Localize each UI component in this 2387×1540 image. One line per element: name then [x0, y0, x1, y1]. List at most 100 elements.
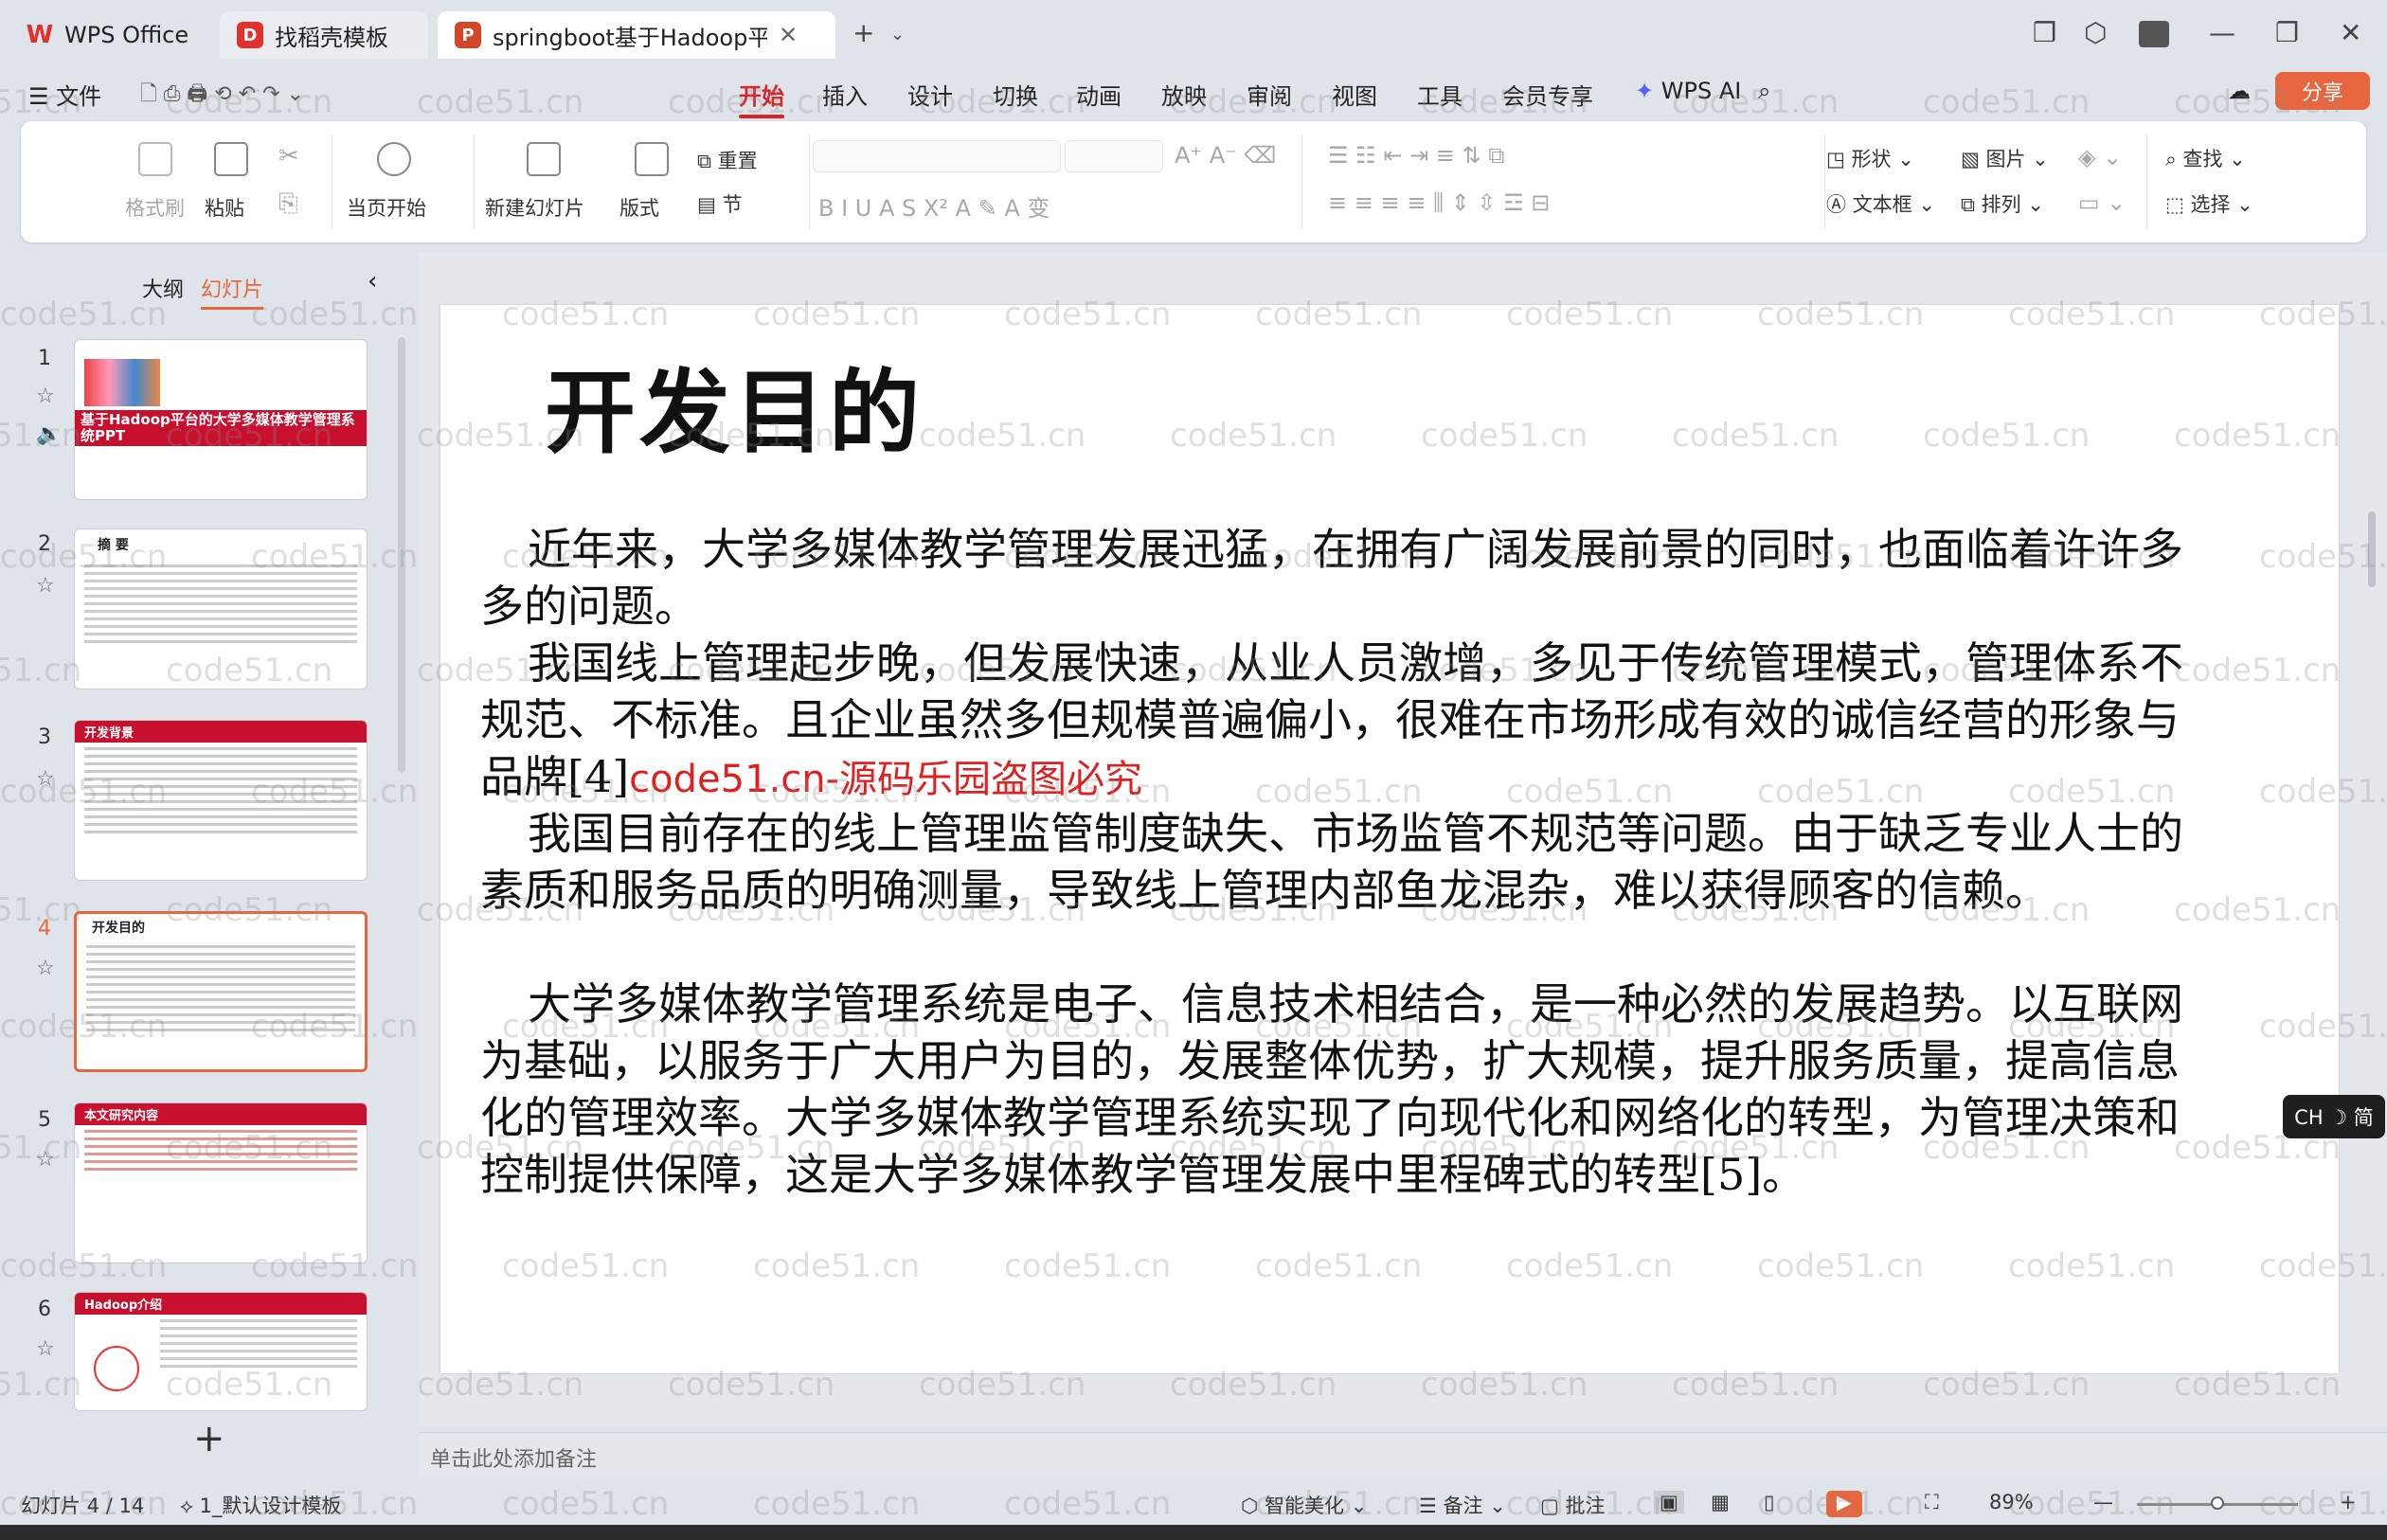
paste-icon [214, 142, 248, 176]
normal-view-icon[interactable]: ▣ [1654, 1491, 1684, 1513]
tab-presentation[interactable]: P springboot基于Hadoop平台的 ✕ [438, 11, 835, 59]
chat-icon[interactable]: ☁ [2228, 78, 2251, 104]
panel-scrollbar[interactable] [398, 337, 405, 773]
text-format-icons[interactable]: B I U A S X² A ✎ A 变 [818, 189, 1050, 223]
separator [809, 134, 810, 229]
menu-item-design[interactable]: 设计 [907, 78, 953, 111]
current-slide[interactable]: 开发目的 近年来，大学多媒体教学管理发展迅猛，在拥有广阔发展前景的同时，也面临着… [440, 305, 2339, 1373]
avatar[interactable] [2139, 21, 2169, 47]
file-menu[interactable]: ☰ 文件 [28, 78, 101, 111]
section-label: 节 [722, 193, 743, 216]
paragraph-icons[interactable]: ☰ ☷ ⇤ ⇥ ≡ ⇅ ⧉ [1328, 142, 1504, 169]
zoom-slider-handle[interactable] [2211, 1496, 2224, 1510]
star-icon[interactable]: ☆ [36, 767, 55, 791]
slide-thumbnail-4[interactable]: 开发目的 [74, 911, 368, 1072]
picture-button[interactable]: ▧ 图片 ⌄ [1961, 144, 2049, 172]
grid-view-icon[interactable]: ▦ [1711, 1491, 1730, 1513]
textbox-button[interactable]: Ⓐ 文本框 ⌄ [1826, 189, 1935, 218]
source-watermark-text: code51.cn-源码乐园盗图必究 [629, 758, 1143, 801]
wps-ai-button[interactable]: ✦ WPS AI [1635, 78, 1741, 104]
slide-number: 1 [38, 347, 51, 370]
font-size-icons[interactable]: A⁺ A⁻ ⌫ [1175, 142, 1276, 169]
canvas-scrollbar[interactable] [2368, 511, 2376, 587]
reading-view-icon[interactable]: ▯ [1764, 1491, 1775, 1513]
menu-item-slideshow[interactable]: 放映 [1161, 78, 1207, 111]
share-button[interactable]: 分享 [2275, 72, 2370, 110]
slide-thumbnail-2[interactable]: 摘 要 [74, 528, 368, 689]
from-current-button[interactable]: 当页开始 [347, 193, 426, 222]
theme-name[interactable]: ⟡ 1_默认设计模板 [180, 1491, 341, 1519]
slide-thumbnail-5[interactable]: 本文研究内容 [74, 1102, 368, 1263]
slide-thumbnail-6[interactable]: Hadoop介绍 [74, 1292, 368, 1411]
menu-item-review[interactable]: 审阅 [1247, 78, 1292, 111]
menu-item-vip[interactable]: 会员专享 [1502, 78, 1593, 111]
paragraph-1[interactable]: 近年来，大学多媒体教学管理发展迅猛，在拥有广阔发展前景的同时，也面临着许许多多的… [480, 521, 2185, 635]
zoom-out-icon[interactable]: — [2093, 1491, 2113, 1513]
font-family-select[interactable] [813, 140, 1061, 172]
cut-icon[interactable]: ✂ [278, 142, 299, 170]
star-icon[interactable]: ☆ [36, 385, 55, 408]
ime-indicator[interactable]: CH ☽ 简 [2283, 1095, 2385, 1138]
section-button[interactable]: ▤ 节 [697, 189, 743, 218]
menu-item-tools[interactable]: 工具 [1417, 78, 1463, 111]
paragraph-3[interactable]: 我国目前存在的线上管理监管制度缺失、市场监管不规范等问题。由于缺乏专业人士的素质… [480, 805, 2185, 919]
layout-button[interactable]: 版式 [619, 193, 659, 222]
star-icon[interactable]: ☆ [36, 574, 55, 598]
menu-item-view[interactable]: 视图 [1332, 78, 1377, 111]
star-icon[interactable]: ☆ [36, 957, 55, 980]
new-slide-button[interactable]: 新建幻灯片 [485, 193, 584, 222]
alignment-icons[interactable]: ≡ ≡ ≡ ≡ ⫼ ⇕ ⇳ ☲ ⊟ [1328, 189, 1550, 216]
tab-wps-office[interactable]: W WPS Office [9, 11, 218, 59]
close-icon[interactable]: ✕ [779, 22, 798, 48]
status-bar: 幻灯片 4 / 14 ⟡ 1_默认设计模板 ⬡ 智能美化 ⌄ ☰ 备注 ⌄ ▢ … [0, 1483, 2387, 1525]
menu-item-home[interactable]: 开始 [739, 78, 784, 118]
chevron-down-icon[interactable]: ⌄ [890, 25, 905, 45]
select-label: 选择 [2190, 193, 2231, 216]
tab-docer[interactable]: D 找稻壳模板 [220, 11, 428, 59]
menu-item-transition[interactable]: 切换 [993, 78, 1038, 111]
slide-thumbnail-3[interactable]: 开发背景 [74, 720, 368, 881]
format-painter-button[interactable]: 格式刷 [125, 193, 185, 222]
notes-pane[interactable]: 单击此处添加备注 [419, 1432, 2387, 1477]
tab-outline[interactable]: 大纲 [142, 273, 184, 303]
star-icon[interactable]: ☆ [36, 1337, 55, 1361]
find-button[interactable]: ⌕ 查找 ⌄ [2165, 144, 2246, 172]
reset-button[interactable]: ⧉ 重置 [697, 146, 758, 174]
fit-window-icon[interactable]: ⛶ [1925, 1491, 1939, 1514]
font-size-select[interactable] [1065, 140, 1163, 172]
paragraph-4[interactable]: 大学多媒体教学管理系统是电子、信息技术相结合，是一种必然的发展趋势。以互联网为基… [480, 976, 2185, 1203]
new-tab-icon[interactable]: + [852, 17, 874, 48]
play-slideshow-icon[interactable]: ▶ [1826, 1491, 1862, 1517]
zoom-in-icon[interactable]: + [2340, 1491, 2357, 1513]
search-icon[interactable]: ⌕ [1758, 78, 1770, 104]
select-button[interactable]: ⬚ 选择 ⌄ [2165, 189, 2253, 218]
minimize-icon[interactable]: — [2209, 17, 2235, 48]
zoom-level[interactable]: 89% [1989, 1491, 2034, 1513]
slide-thumbnail-1[interactable]: 基于Hadoop平台的大学多媒体教学管理系统PPT [74, 339, 368, 500]
quick-access-icons[interactable]: 🗋 ⎙ 🖨 ⟲ ↶ ↷ ⌄ [140, 78, 304, 114]
star-icon[interactable]: ☆ [36, 1148, 55, 1172]
shape-button[interactable]: ◳ 形状 ⌄ [1826, 144, 1914, 172]
close-window-icon[interactable]: ✕ [2340, 17, 2361, 48]
speaker-icon[interactable]: 🔈 [36, 422, 62, 446]
collapse-panel-icon[interactable]: ‹ [368, 267, 377, 295]
outline-icon[interactable]: ▭ ⌄ [2078, 189, 2126, 216]
shape-label: 形状 [1851, 148, 1892, 170]
paste-button[interactable]: 粘贴 [205, 193, 244, 222]
notes-button[interactable]: ☰ 备注 ⌄ [1419, 1491, 1506, 1519]
arrange-button[interactable]: ⧉ 排列 ⌄ [1961, 189, 2044, 218]
window-icon[interactable]: ❒ [2033, 17, 2056, 48]
menu-item-animation[interactable]: 动画 [1076, 78, 1122, 111]
cube-icon[interactable]: ⬡ [2084, 17, 2107, 48]
fill-icon[interactable]: ◈ ⌄ [2078, 144, 2122, 170]
maximize-icon[interactable]: ❐ [2275, 17, 2299, 48]
slide-title[interactable]: 开发目的 [545, 339, 924, 471]
menu-item-insert[interactable]: 插入 [822, 78, 868, 111]
comment-button[interactable]: ▢ 批注 [1540, 1491, 1606, 1519]
copy-icon[interactable]: ⎘ [278, 189, 298, 219]
add-slide-button[interactable]: + [193, 1417, 225, 1460]
smart-beautify-button[interactable]: ⬡ 智能美化 ⌄ [1241, 1491, 1367, 1519]
paragraph-2[interactable]: 我国线上管理起步晚，但发展快速，从业人员激增，多见于传统管理模式，管理体系不规范… [480, 635, 2185, 808]
tab-slides[interactable]: 幻灯片 [201, 273, 264, 310]
beautify-label: 智能美化 [1265, 1495, 1345, 1517]
